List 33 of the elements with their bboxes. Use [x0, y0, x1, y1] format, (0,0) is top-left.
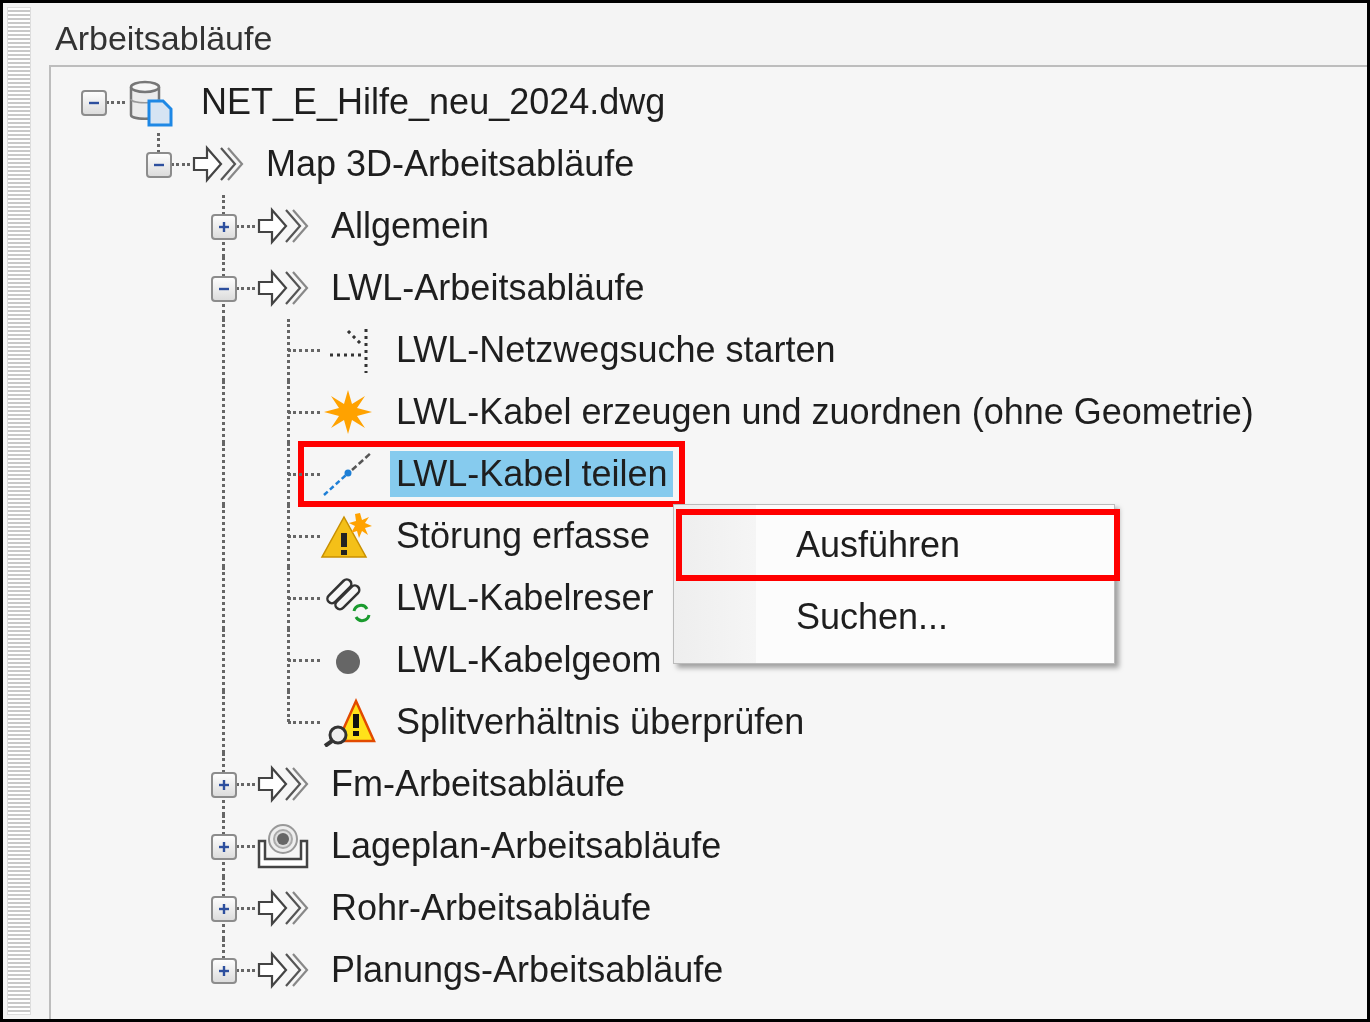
tree-item[interactable]: Splitverhältnis überprüfen	[390, 699, 811, 745]
expand-button[interactable]	[211, 772, 237, 798]
tree-item[interactable]: LWL-Netzwegsuche starten	[390, 327, 842, 373]
tree-item[interactable]: LWL-Kabel teilen	[390, 451, 674, 497]
plus-icon	[217, 964, 231, 978]
expand-button[interactable]	[211, 896, 237, 922]
plus-icon	[217, 840, 231, 854]
tree-item[interactable]: LWL-Kabel erzeugen und zuordnen (ohne Geometrie)	[390, 389, 1260, 435]
tree-item[interactable]: Map 3D-Arbeitsabläufe	[260, 141, 641, 187]
menu-item[interactable]: Ausführen	[676, 509, 1120, 581]
expand-button[interactable]	[211, 834, 237, 860]
tree-item[interactable]: Rohr-Arbeitsabläufe	[325, 885, 658, 931]
expand-button[interactable]	[211, 958, 237, 984]
panel-title: Arbeitsabläufe	[54, 18, 274, 59]
collapse-button[interactable]	[146, 152, 172, 178]
tree-item[interactable]: NET_E_Hilfe_neu_2024.dwg	[195, 79, 672, 125]
tree-item[interactable]: Fm-Arbeitsabläufe	[325, 761, 632, 807]
collapse-button[interactable]	[211, 276, 237, 302]
tree-item[interactable]: LWL-Kabelreser	[390, 575, 660, 621]
collapse-button[interactable]	[81, 90, 107, 116]
tree-item[interactable]: LWL-Kabelgeom	[390, 637, 668, 683]
target-tray-icon	[255, 821, 311, 871]
plus-icon	[217, 778, 231, 792]
tree-item[interactable]: Störung erfasse	[390, 513, 657, 559]
tree-item[interactable]: Allgemein	[325, 203, 496, 249]
tree-item[interactable]: Planungs-Arbeitsabläufe	[325, 947, 730, 993]
expand-button[interactable]	[211, 214, 237, 240]
resize-grip[interactable]	[7, 7, 31, 1015]
plus-icon	[217, 220, 231, 234]
tree-item[interactable]: Lageplan-Arbeitsabläufe	[325, 823, 728, 869]
tree-item[interactable]: LWL-Arbeitsabläufe	[325, 265, 651, 311]
menu-item[interactable]: Suchen...	[676, 581, 1120, 653]
plus-icon	[217, 902, 231, 916]
